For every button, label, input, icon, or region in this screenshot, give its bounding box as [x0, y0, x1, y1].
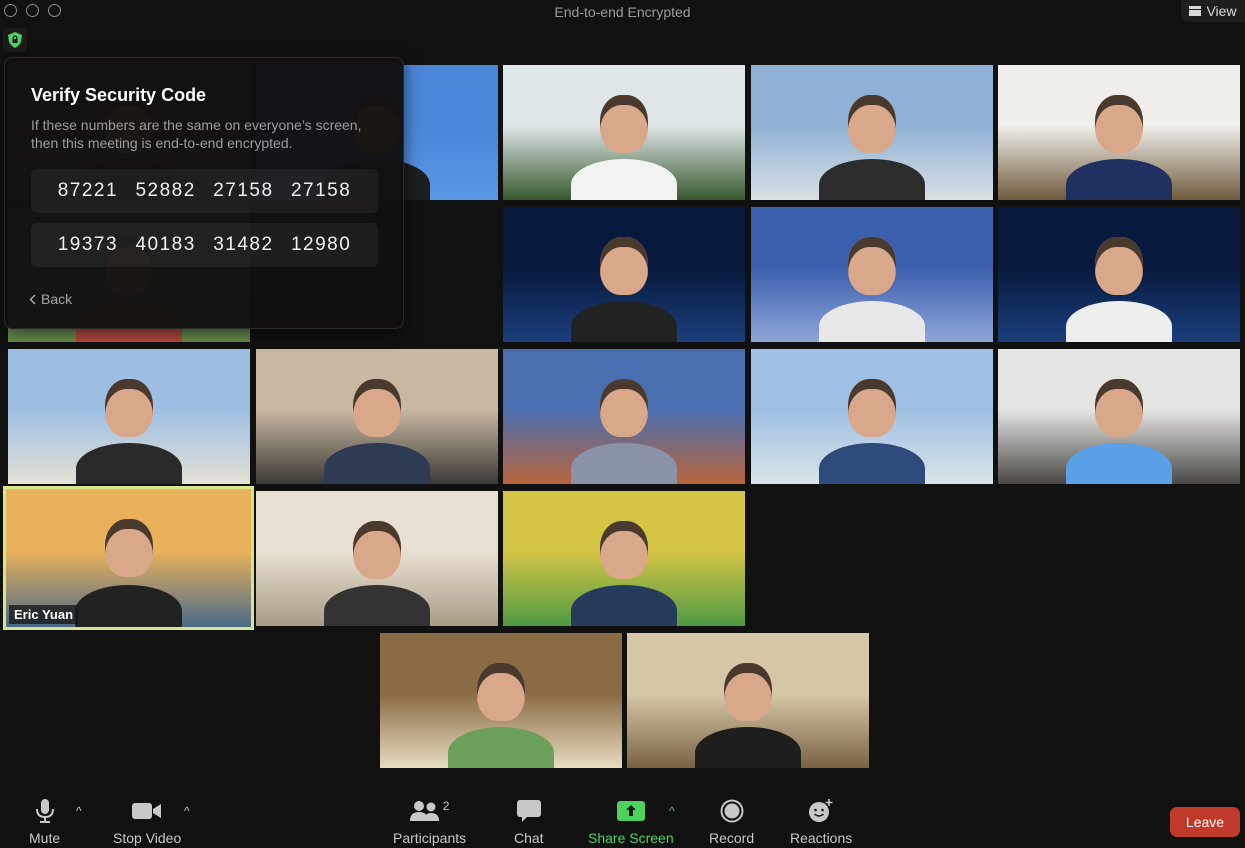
participants-icon	[409, 801, 439, 821]
encryption-shield-button[interactable]	[3, 28, 27, 52]
video-camera-icon	[132, 798, 162, 824]
participant-video-tile[interactable]	[503, 65, 745, 200]
chat-button[interactable]: Chat	[514, 798, 544, 846]
title-bar: End-to-end Encrypted View	[0, 0, 1245, 24]
security-code: 87221	[57, 180, 119, 201]
chevron-left-icon	[29, 293, 36, 305]
participant-face	[353, 520, 401, 579]
security-code: 52882	[135, 180, 196, 201]
mute-button[interactable]: Mute	[29, 798, 60, 846]
reactions-label: Reactions	[790, 830, 853, 846]
participant-face	[1095, 94, 1143, 153]
reaction-smiley-icon	[808, 798, 834, 824]
participant-face	[848, 236, 896, 295]
record-icon	[720, 798, 744, 824]
participants-button[interactable]: 2 Participants	[393, 798, 466, 846]
participant-video-tile[interactable]	[998, 207, 1240, 342]
participant-face	[724, 662, 772, 721]
record-button[interactable]: Record	[709, 798, 754, 846]
leave-meeting-button[interactable]: Leave	[1170, 807, 1240, 837]
participant-video-tile[interactable]	[998, 65, 1240, 200]
participant-video-tile[interactable]	[627, 633, 869, 768]
back-button[interactable]: Back	[29, 291, 72, 307]
participant-video-tile[interactable]	[503, 207, 745, 342]
share-options-caret[interactable]: ^	[669, 804, 675, 818]
participant-video-tile[interactable]	[503, 491, 745, 626]
popup-title: Verify Security Code	[31, 85, 207, 105]
reactions-button[interactable]: Reactions	[790, 798, 852, 846]
microphone-icon	[35, 798, 55, 824]
participant-face	[848, 378, 896, 437]
security-code-row: 19373 40183 31482 12980	[31, 223, 378, 267]
participant-video-tile[interactable]	[751, 207, 993, 342]
security-code-row: 87221 52882 27158 27158	[31, 169, 378, 213]
participants-label: Participants	[393, 830, 467, 846]
participant-video-tile[interactable]	[8, 349, 250, 484]
participant-video-tile[interactable]	[256, 349, 498, 484]
chat-bubble-icon	[516, 798, 541, 824]
security-code: 27158	[290, 180, 352, 201]
participant-face	[104, 519, 153, 578]
participant-face	[600, 520, 648, 579]
meeting-toolbar: Mute ^ Stop Video ^ 2 Participants Chat …	[0, 790, 1245, 848]
audio-options-caret[interactable]: ^	[76, 804, 82, 818]
participant-face	[600, 236, 648, 295]
shield-lock-icon	[8, 32, 22, 48]
participant-face	[353, 378, 401, 437]
participant-name-tag: Eric Yuan	[9, 605, 79, 624]
record-label: Record	[709, 830, 755, 846]
participant-face	[477, 662, 525, 721]
participant-face	[1095, 378, 1143, 437]
stop-video-label: Stop Video	[113, 830, 182, 846]
participant-face	[1095, 236, 1143, 295]
share-screen-button[interactable]: Share Screen	[588, 798, 674, 846]
participant-face	[848, 94, 896, 153]
chat-label: Chat	[514, 830, 544, 846]
participant-face	[600, 94, 648, 153]
mute-label: Mute	[29, 830, 61, 846]
security-code: 31482	[213, 234, 274, 255]
participant-count: 2	[442, 799, 450, 813]
back-label: Back	[41, 291, 73, 307]
window-title: End-to-end Encrypted	[554, 4, 691, 20]
participant-video-tile[interactable]: Eric Yuan	[3, 486, 254, 630]
participant-video-tile[interactable]	[256, 491, 498, 626]
participant-video-tile[interactable]	[751, 349, 993, 484]
share-screen-icon	[616, 798, 645, 824]
view-button[interactable]: View	[1181, 0, 1245, 22]
participant-video-tile[interactable]	[998, 349, 1240, 484]
share-screen-label: Share Screen	[588, 830, 674, 846]
participant-face	[105, 378, 153, 437]
security-code: 40183	[135, 234, 196, 255]
view-label: View	[1206, 3, 1237, 19]
gallery-view-icon	[1189, 6, 1202, 16]
verify-security-code-popup: Verify Security Code If these numbers ar…	[4, 57, 404, 329]
security-code: 19373	[57, 234, 119, 255]
participant-video-tile[interactable]	[751, 65, 993, 200]
participant-video-tile[interactable]	[380, 633, 622, 768]
popup-description: If these numbers are the same on everyon…	[31, 117, 362, 151]
participant-face	[600, 378, 648, 437]
video-options-caret[interactable]: ^	[184, 804, 190, 818]
security-code: 12980	[290, 234, 352, 255]
stop-video-button[interactable]: Stop Video	[113, 798, 181, 846]
participant-video-tile[interactable]	[503, 349, 745, 484]
security-code: 27158	[213, 180, 274, 201]
